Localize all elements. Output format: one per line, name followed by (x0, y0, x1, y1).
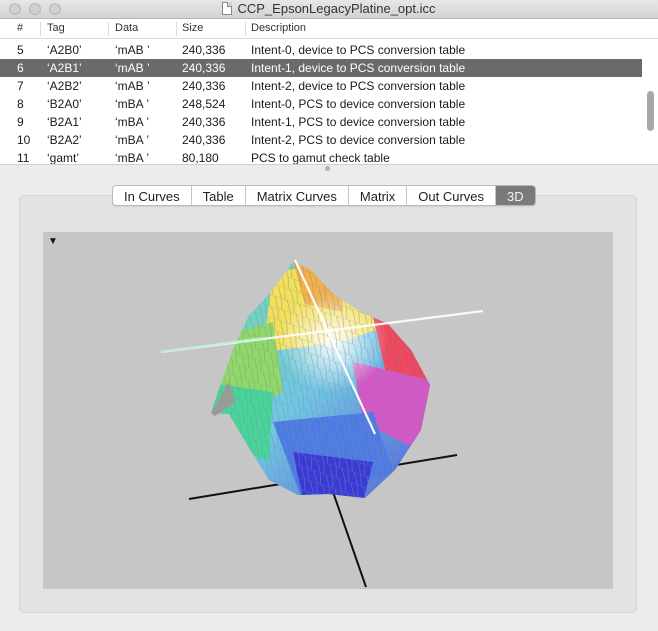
split-view-divider[interactable] (0, 164, 658, 172)
gamut-3d-view[interactable]: ▼ (43, 232, 613, 589)
row-size: 248,524 (182, 97, 226, 111)
row-size: 240,336 (182, 79, 226, 93)
row-size: 80,180 (182, 151, 219, 164)
row-data-type: ‘mBA ’ (115, 151, 150, 164)
row-tag: ‘B2A0’ (47, 97, 82, 111)
row-description: Intent-2, device to PCS conversion table (251, 79, 466, 93)
row-data-type: ‘mAB ’ (115, 79, 150, 93)
view-tab-bar: In Curves Table Matrix Curves Matrix Out… (112, 185, 536, 206)
column-separator (245, 22, 246, 36)
row-number: 6 (17, 61, 24, 75)
column-separator (40, 22, 41, 36)
gamut-3d-canvas[interactable] (43, 232, 613, 589)
window-title: CCP_EpsonLegacyPlatine_opt.icc (237, 1, 436, 16)
table-row-selected[interactable]: 6 ‘A2B1’ ‘mAB ’ 240,336 Intent-1, device… (0, 59, 642, 77)
column-separator (108, 22, 109, 36)
column-separator (176, 22, 177, 36)
document-icon[interactable] (222, 2, 233, 15)
row-data-type: ‘mAB ’ (115, 43, 150, 57)
row-size: 240,336 (182, 133, 226, 147)
row-size: 240,336 (182, 61, 226, 75)
column-header-number[interactable]: # (17, 22, 23, 34)
table-row[interactable]: 8 ‘B2A0’ ‘mBA ’ 248,524 Intent-0, PCS to… (0, 95, 642, 113)
row-data-type: ‘mBA ’ (115, 97, 150, 111)
table-row[interactable]: 5 ‘A2B0’ ‘mAB ’ 240,336 Intent-0, device… (0, 41, 642, 59)
tab-in-curves[interactable]: In Curves (113, 186, 192, 205)
title-bar: CCP_EpsonLegacyPlatine_opt.icc (0, 0, 658, 19)
row-description: Intent-0, PCS to device conversion table (251, 97, 466, 111)
row-number: 5 (17, 43, 24, 57)
row-description: Intent-2, PCS to device conversion table (251, 133, 466, 147)
row-description: Intent-1, PCS to device conversion table (251, 115, 466, 129)
tab-matrix-curves[interactable]: Matrix Curves (246, 186, 349, 205)
tab-table[interactable]: Table (192, 186, 246, 205)
row-tag: ‘B2A2’ (47, 133, 82, 147)
row-number: 8 (17, 97, 24, 111)
row-description: Intent-1, device to PCS conversion table (251, 61, 466, 75)
row-tag: ‘B2A1’ (47, 115, 82, 129)
row-tag: ‘gamt’ (47, 151, 80, 164)
table-header: # Tag Data Size Description (0, 19, 658, 39)
row-number: 11 (17, 151, 30, 164)
row-description: PCS to gamut check table (251, 151, 390, 164)
divider-handle-icon[interactable] (325, 166, 330, 171)
table-row[interactable]: 9 ‘B2A1’ ‘mBA ’ 240,336 Intent-1, PCS to… (0, 113, 642, 131)
column-header-data[interactable]: Data (115, 22, 138, 34)
column-header-tag[interactable]: Tag (47, 22, 65, 34)
row-tag: ‘A2B1’ (47, 61, 82, 75)
column-header-description[interactable]: Description (251, 22, 306, 34)
row-size: 240,336 (182, 43, 226, 57)
row-data-type: ‘mBA ’ (115, 133, 150, 147)
table-row[interactable]: 10 ‘B2A2’ ‘mBA ’ 240,336 Intent-2, PCS t… (0, 131, 642, 149)
row-data-type: ‘mAB ’ (115, 61, 150, 75)
row-number: 10 (17, 133, 31, 147)
row-size: 240,336 (182, 115, 226, 129)
tab-matrix[interactable]: Matrix (349, 186, 408, 205)
table-row[interactable]: 7 ‘A2B2’ ‘mAB ’ 240,336 Intent-2, device… (0, 77, 642, 95)
axis-line-ground-vertical (332, 491, 367, 588)
tab-out-curves[interactable]: Out Curves (407, 186, 497, 205)
row-number: 7 (17, 79, 24, 93)
table-scrollbar[interactable] (645, 41, 656, 161)
window-title-wrap: CCP_EpsonLegacyPlatine_opt.icc (0, 1, 658, 16)
row-number: 9 (17, 115, 24, 129)
tab-3d[interactable]: 3D (496, 186, 535, 205)
row-tag: ‘A2B2’ (47, 79, 82, 93)
gamut-solid (211, 262, 430, 498)
table-row[interactable]: 11 ‘gamt’ ‘mBA ’ 80,180 PCS to gamut che… (0, 149, 642, 164)
column-header-size[interactable]: Size (182, 22, 203, 34)
app-window: CCP_EpsonLegacyPlatine_opt.icc # Tag Dat… (0, 0, 658, 631)
scrollbar-thumb[interactable] (647, 91, 654, 131)
row-description: Intent-0, device to PCS conversion table (251, 43, 466, 57)
row-data-type: ‘mBA ’ (115, 115, 150, 129)
row-tag: ‘A2B0’ (47, 43, 82, 57)
tag-table: # Tag Data Size Description 5 ‘A2B0’ ‘mA… (0, 19, 658, 164)
